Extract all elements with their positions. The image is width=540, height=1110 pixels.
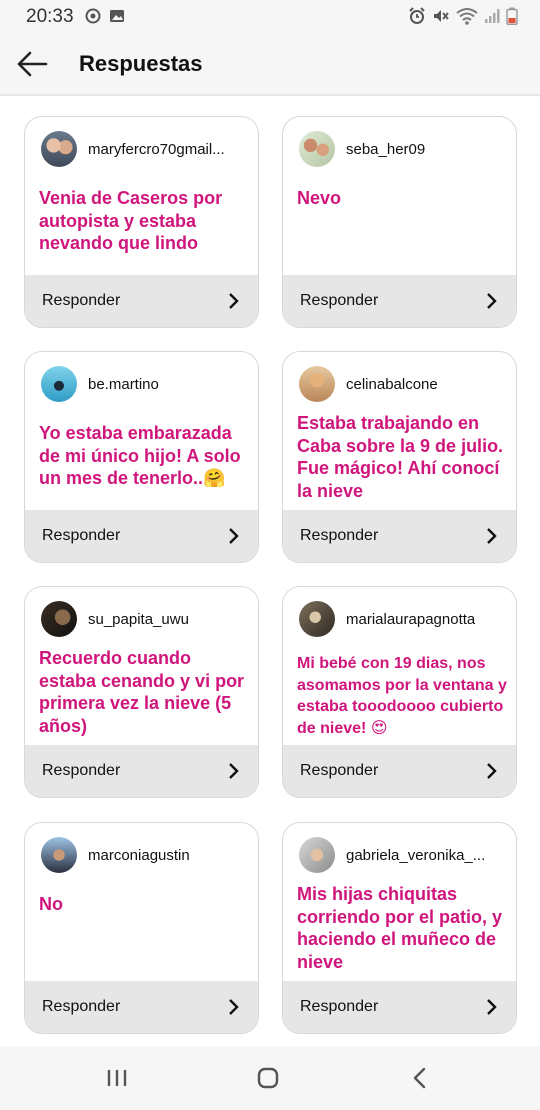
reply-label: Responder bbox=[300, 527, 379, 544]
username[interactable]: celinabalcone bbox=[346, 376, 438, 393]
recent-apps-icon[interactable] bbox=[101, 1062, 133, 1094]
signal-icon bbox=[485, 9, 500, 23]
chevron-right-icon bbox=[487, 528, 497, 544]
back-arrow-icon[interactable] bbox=[14, 46, 50, 82]
avatar[interactable] bbox=[299, 366, 335, 402]
back-icon[interactable] bbox=[404, 1062, 436, 1094]
chevron-right-icon bbox=[229, 293, 239, 309]
username[interactable]: marialaurapagnotta bbox=[346, 611, 475, 628]
reply-label: Responder bbox=[42, 998, 121, 1015]
chevron-right-icon bbox=[229, 528, 239, 544]
reply-button[interactable]: Responder bbox=[25, 275, 258, 327]
avatar[interactable] bbox=[41, 837, 77, 873]
heart-eyes-emoji: 😍 bbox=[370, 719, 388, 737]
username[interactable]: marconiagustin bbox=[88, 847, 190, 864]
chevron-right-icon bbox=[487, 999, 497, 1015]
page-title: Respuestas bbox=[79, 51, 203, 76]
username[interactable]: maryfercro70gmail... bbox=[88, 141, 225, 158]
response-text: Mi bebé con 19 dias, nos asomamos por la… bbox=[297, 655, 507, 737]
gallery-icon bbox=[110, 10, 124, 22]
reply-button[interactable]: Responder bbox=[283, 981, 516, 1033]
response-card: marconiagustin No Responder bbox=[24, 822, 259, 1034]
reply-button[interactable]: Responder bbox=[283, 275, 516, 327]
chevron-right-icon bbox=[487, 763, 497, 779]
status-bar: 20:33 bbox=[0, 0, 540, 32]
app-notification-icon bbox=[85, 8, 101, 24]
mute-icon bbox=[434, 10, 449, 22]
avatar[interactable] bbox=[41, 601, 77, 637]
reply-button[interactable]: Responder bbox=[25, 745, 258, 797]
chevron-right-icon bbox=[229, 999, 239, 1015]
response-card: celinabalcone Estaba trabajando en Caba … bbox=[282, 351, 517, 563]
response-text: Yo estaba embarazada de mi único hijo! A… bbox=[39, 423, 241, 488]
username[interactable]: su_papita_uwu bbox=[88, 611, 189, 628]
avatar[interactable] bbox=[41, 366, 77, 402]
reply-button[interactable]: Responder bbox=[25, 510, 258, 562]
hugging-face-emoji: 🤗 bbox=[203, 468, 226, 488]
wifi-icon bbox=[456, 8, 478, 25]
reply-label: Responder bbox=[300, 762, 379, 779]
response-text: Venia de Caseros por autopista y estaba … bbox=[39, 188, 223, 253]
app-bar: Respuestas bbox=[0, 32, 540, 96]
reply-label: Responder bbox=[42, 527, 121, 544]
reply-button[interactable]: Responder bbox=[283, 745, 516, 797]
reply-label: Responder bbox=[300, 292, 379, 309]
response-text: Mis hijas chiquitas corriendo por el pat… bbox=[297, 884, 503, 972]
battery-icon bbox=[506, 7, 518, 25]
status-time: 20:33 bbox=[26, 6, 74, 27]
avatar[interactable] bbox=[299, 131, 335, 167]
username[interactable]: gabriela_veronika_... bbox=[346, 847, 485, 864]
response-text: Nevo bbox=[297, 188, 342, 208]
response-card: maryfercro70gmail... Venia de Caseros po… bbox=[24, 116, 259, 328]
username[interactable]: be.martino bbox=[88, 376, 159, 393]
username[interactable]: seba_her09 bbox=[346, 141, 425, 158]
chevron-right-icon bbox=[229, 763, 239, 779]
alarm-icon bbox=[409, 7, 425, 24]
reply-button[interactable]: Responder bbox=[25, 981, 258, 1033]
chevron-right-icon bbox=[487, 293, 497, 309]
home-icon[interactable] bbox=[252, 1062, 284, 1094]
response-card: seba_her09 Nevo Responder bbox=[282, 116, 517, 328]
avatar[interactable] bbox=[41, 131, 77, 167]
responses-grid: maryfercro70gmail... Venia de Caseros po… bbox=[0, 96, 540, 1046]
system-nav-bar bbox=[0, 1046, 540, 1110]
reply-label: Responder bbox=[42, 762, 121, 779]
response-card: marialaurapagnotta Mi bebé con 19 dias, … bbox=[282, 586, 517, 798]
avatar[interactable] bbox=[299, 837, 335, 873]
reply-button[interactable]: Responder bbox=[283, 510, 516, 562]
response-card: be.martino Yo estaba embarazada de mi ún… bbox=[24, 351, 259, 563]
response-card: su_papita_uwu Recuerdo cuando estaba cen… bbox=[24, 586, 259, 798]
response-text: Estaba trabajando en Caba sobre la 9 de … bbox=[297, 413, 504, 501]
reply-label: Responder bbox=[300, 998, 379, 1015]
response-text: Recuerdo cuando estaba cenando y vi por … bbox=[39, 648, 245, 736]
response-text: No bbox=[39, 894, 63, 914]
reply-label: Responder bbox=[42, 292, 121, 309]
avatar[interactable] bbox=[299, 601, 335, 637]
response-card: gabriela_veronika_... Mis hijas chiquita… bbox=[282, 822, 517, 1034]
